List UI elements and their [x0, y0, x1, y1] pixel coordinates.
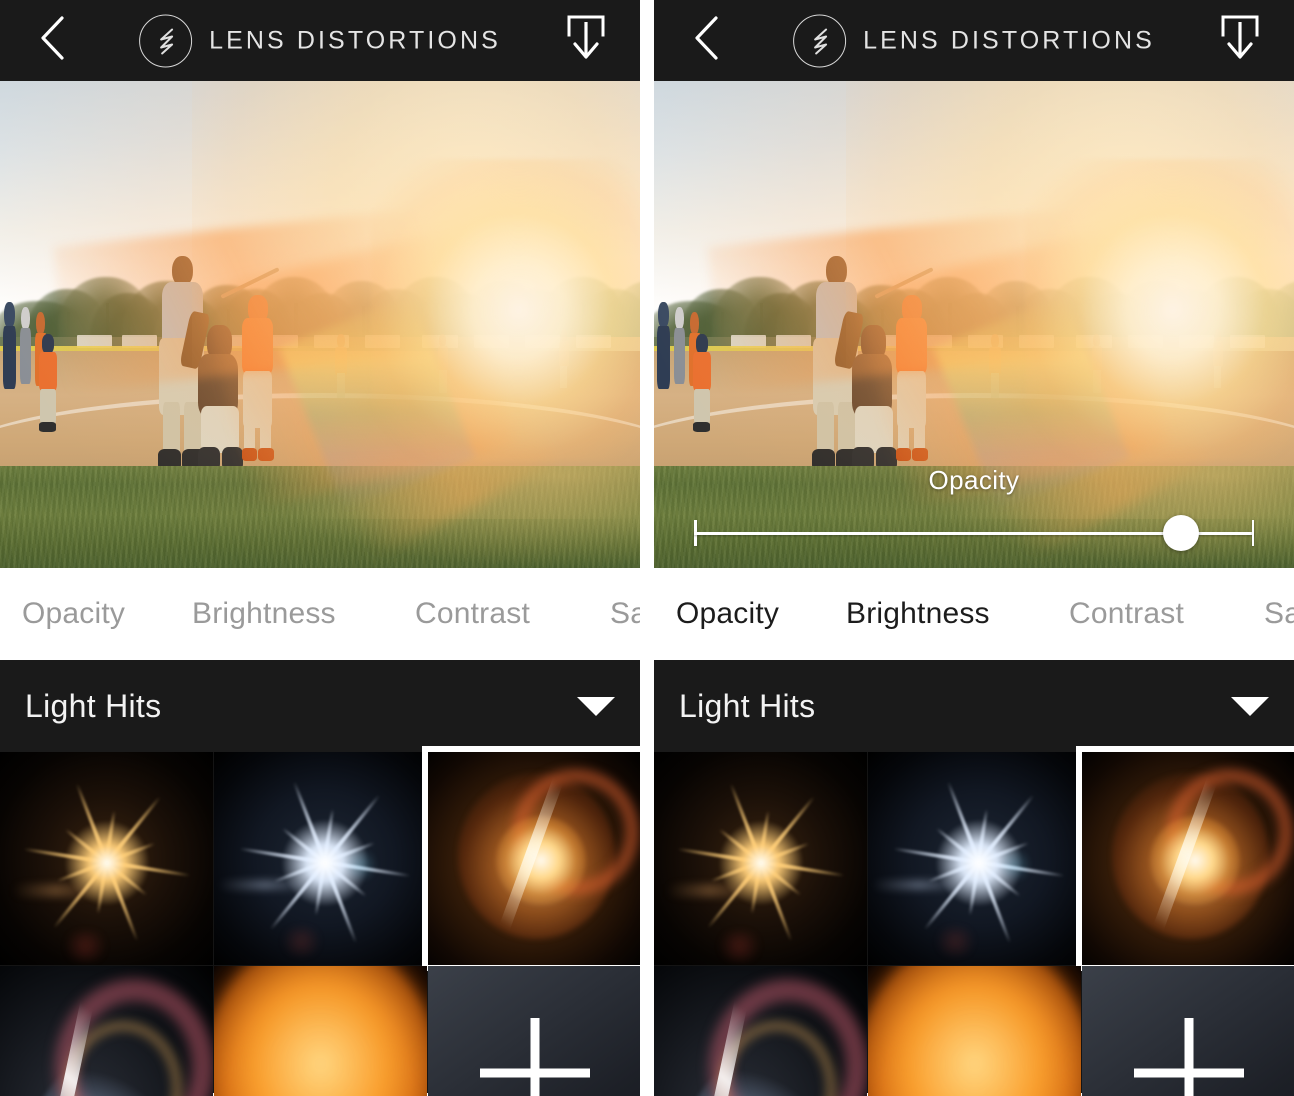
flare-art-white-streak	[654, 966, 867, 1096]
brand-title: LENS DISTORTIONS	[209, 26, 501, 54]
tab-contrast[interactable]: Contrast	[1069, 597, 1184, 631]
tab-sa[interactable]: Sa	[1264, 597, 1294, 631]
pack-title: Light Hits	[25, 687, 162, 724]
thumbnail-flare-white-streak[interactable]	[654, 966, 867, 1096]
pack-selector-header[interactable]: Light Hits	[0, 660, 640, 752]
flare-art-white-streak	[0, 966, 213, 1096]
opacity-slider-overlay: Opacity	[654, 465, 1294, 551]
adjustment-tab-bar: Opacity Brightness Contrast Sa	[654, 568, 1294, 660]
brand: LENS DISTORTIONS	[793, 14, 1155, 67]
thumbnail-image	[868, 966, 1081, 1096]
thumbnail-flare-warm-starburst[interactable]	[0, 752, 213, 965]
chevron-down-icon[interactable]	[577, 696, 615, 716]
after-adjustment-panel: LENS DISTORTIONS Opacity Opacity Brightn…	[654, 0, 1294, 1096]
flare-art-orange-halo	[1082, 752, 1294, 965]
thumbnail-image	[654, 966, 867, 1096]
flare-thumbnail-grid	[654, 746, 1294, 1096]
flare-art-cool	[214, 752, 427, 965]
tab-sa[interactable]: Sa	[610, 597, 640, 631]
app-header: LENS DISTORTIONS	[654, 0, 1294, 81]
chevron-left-icon	[34, 14, 70, 67]
back-button[interactable]	[30, 14, 74, 67]
flare-art-warm	[654, 752, 867, 965]
warm-color-overlay	[0, 81, 640, 568]
flare-art-orange-halo	[428, 752, 640, 965]
slider-max-cap	[1251, 520, 1254, 546]
flare-art-warm	[0, 752, 213, 965]
app-header: LENS DISTORTIONS	[0, 0, 640, 81]
thumbnail-image	[868, 752, 1081, 965]
flare-art-orange-glow	[214, 966, 427, 1096]
brand-title: LENS DISTORTIONS	[863, 26, 1155, 54]
thumbnail-image	[428, 752, 640, 965]
adjustment-tab-bar: Opacity Brightness Contrast Sa	[0, 568, 640, 660]
pack-title: Light Hits	[679, 687, 816, 724]
flare-art-orange-glow	[868, 966, 1081, 1096]
pack-selector-header[interactable]: Light Hits	[654, 660, 1294, 752]
thumbnail-flare-white-streak[interactable]	[0, 966, 213, 1096]
download-button[interactable]	[1216, 15, 1264, 67]
download-button[interactable]	[562, 15, 610, 67]
before-adjustment-panel: LENS DISTORTIONS Opacity Brightness Cont…	[0, 0, 640, 1096]
thumbnail-image	[1082, 752, 1294, 965]
flare-thumbnail-grid	[0, 746, 640, 1096]
thumbnail-flare-orange-halo[interactable]	[428, 752, 640, 965]
tab-brightness[interactable]: Brightness	[846, 597, 990, 631]
back-button[interactable]	[684, 14, 728, 67]
panel-divider	[640, 0, 654, 1096]
tab-opacity[interactable]: Opacity	[676, 597, 779, 631]
chevron-down-icon[interactable]	[1231, 696, 1269, 716]
photo-preview[interactable]	[0, 81, 640, 568]
slider-knob[interactable]	[1163, 515, 1200, 551]
thumbnail-image	[654, 752, 867, 965]
brand: LENS DISTORTIONS	[139, 14, 501, 67]
chevron-left-icon	[688, 14, 724, 67]
flare-art-cool	[868, 752, 1081, 965]
lens-distortions-logo-icon	[139, 14, 193, 67]
thumbnail-image	[0, 752, 213, 965]
tab-opacity[interactable]: Opacity	[22, 597, 125, 631]
tab-contrast[interactable]: Contrast	[415, 597, 530, 631]
lens-distortions-logo-icon	[793, 14, 847, 67]
thumbnail-add-pack-tile[interactable]	[428, 966, 640, 1096]
thumbnail-image	[0, 966, 213, 1096]
thumbnail-flare-cool-starburst[interactable]	[214, 752, 427, 965]
thumbnail-image	[214, 752, 427, 965]
thumbnail-add-pack-tile[interactable]	[1082, 966, 1294, 1096]
download-icon	[563, 13, 609, 68]
download-icon	[1217, 13, 1263, 68]
opacity-slider[interactable]	[694, 515, 1254, 551]
thumbnail-flare-orange-glow[interactable]	[868, 966, 1081, 1096]
thumbnail-flare-orange-halo[interactable]	[1082, 752, 1294, 965]
thumbnail-flare-orange-glow[interactable]	[214, 966, 427, 1096]
app-screenshot: LENS DISTORTIONS Opacity Brightness Cont…	[0, 0, 1294, 1096]
slider-label: Opacity	[928, 465, 1020, 495]
thumbnail-flare-cool-starburst[interactable]	[868, 752, 1081, 965]
photo-canvas	[0, 81, 640, 568]
thumbnail-flare-warm-starburst[interactable]	[654, 752, 867, 965]
photo-preview[interactable]: Opacity	[654, 81, 1294, 568]
thumbnail-image	[214, 966, 427, 1096]
tab-brightness[interactable]: Brightness	[192, 597, 336, 631]
